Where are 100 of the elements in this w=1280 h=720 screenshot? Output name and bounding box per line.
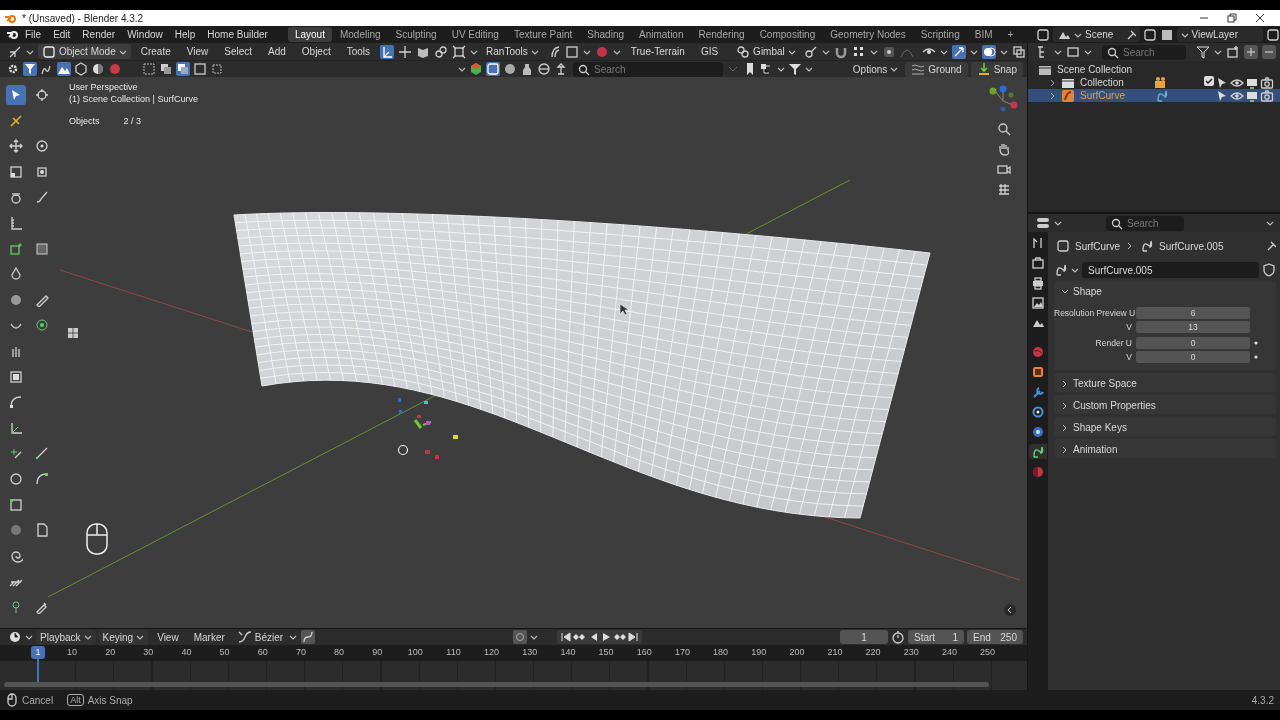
- workspace-tab[interactable]: Geometry Nodes: [823, 27, 913, 42]
- workspace-tab[interactable]: Compositing: [752, 27, 823, 42]
- frame-number: 160: [636, 647, 652, 657]
- number-field[interactable]: 13: [1136, 320, 1250, 333]
- panel-title: Animation: [1073, 444, 1118, 455]
- stat-value: 2 / 3: [123, 116, 142, 126]
- workspace-tab[interactable]: Texture Paint: [506, 27, 580, 42]
- search-field[interactable]: Search: [1106, 215, 1184, 231]
- workspace-tab[interactable]: Shading: [580, 27, 631, 42]
- menu-item[interactable]: Select: [218, 46, 258, 57]
- interpolation-dropdown[interactable]: Bézier: [233, 629, 298, 645]
- snap-button[interactable]: Snap: [970, 61, 1023, 77]
- menu-item[interactable]: Help: [168, 29, 202, 40]
- frame-number: 60: [257, 647, 268, 657]
- current-frame-field[interactable]: 1: [840, 630, 888, 644]
- start-frame-field[interactable]: Start 1: [908, 630, 964, 644]
- field-label: V: [1125, 351, 1133, 362]
- menu-item[interactable]: Window: [121, 29, 169, 40]
- menu-item[interactable]: Object: [295, 46, 337, 57]
- frame-number: 80: [334, 647, 345, 657]
- frame-number: 240: [941, 647, 957, 657]
- frame-number: 230: [903, 647, 919, 657]
- panel-header[interactable]: Shape: [1054, 283, 1276, 300]
- menu-item[interactable]: File: [19, 29, 48, 40]
- frame-number: 90: [372, 647, 383, 657]
- outliner-row[interactable]: Collection: [1028, 76, 1280, 89]
- menu-item[interactable]: Edit: [47, 29, 77, 40]
- frame-number: 200: [789, 647, 805, 657]
- frame-number: 120: [484, 647, 500, 657]
- panel-header[interactable]: Animation: [1054, 441, 1276, 458]
- collection-label: (1) Scene Collection | SurfCurve: [69, 94, 198, 104]
- panel-header[interactable]: Custom Properties: [1054, 397, 1276, 414]
- hint-label: Axis Snap: [87, 694, 133, 706]
- scene-selector[interactable]: Scene: [1053, 27, 1140, 42]
- outliner-label: SurfCurve: [1080, 90, 1125, 101]
- ground-button[interactable]: Ground: [905, 61, 968, 77]
- add-workspace-button[interactable]: +: [1000, 27, 1021, 42]
- frame-number: 210: [827, 647, 843, 657]
- frame-number: 70: [295, 647, 306, 657]
- frame-number: 220: [865, 647, 881, 657]
- end-frame-field[interactable]: End 250: [967, 630, 1023, 644]
- breadcrumb-item[interactable]: SurfCurve: [1075, 240, 1120, 252]
- workspace-tab[interactable]: Modeling: [332, 27, 388, 42]
- workspace-tab[interactable]: BIM: [967, 27, 1000, 42]
- search-field[interactable]: Search: [573, 61, 723, 77]
- addon-menu[interactable]: True-Terrain: [624, 46, 691, 57]
- field-label: Render U: [1094, 337, 1133, 348]
- menu-item[interactable]: Add: [262, 46, 292, 57]
- menu-dropdown[interactable]: Keying: [98, 629, 149, 645]
- view-layer-selector[interactable]: ViewLayer: [1176, 27, 1263, 42]
- mode-dropdown[interactable]: Object Mode: [38, 44, 131, 59]
- menu-item[interactable]: Tools: [340, 46, 377, 57]
- menu-item[interactable]: Create: [134, 46, 177, 57]
- frame-number: 10: [67, 647, 77, 657]
- workspace-tab[interactable]: Animation: [632, 27, 691, 42]
- outliner-row[interactable]: SurfCurve: [1028, 89, 1280, 102]
- menu-item[interactable]: Marker: [187, 631, 231, 643]
- panel-header[interactable]: Texture Space: [1054, 375, 1276, 392]
- frame-number: 30: [143, 647, 154, 657]
- playhead-frame[interactable]: 1: [31, 646, 45, 659]
- addon-menu[interactable]: GIS: [694, 46, 725, 57]
- menu-item[interactable]: View: [151, 631, 185, 643]
- frame-number: 100: [407, 647, 423, 657]
- frame-number: 170: [674, 647, 690, 657]
- addon-menu[interactable]: RanTools: [482, 44, 543, 59]
- workspace-tab[interactable]: Layout: [287, 27, 332, 42]
- frame-number: 50: [219, 647, 230, 657]
- frame-number: 140: [560, 647, 576, 657]
- options-dropdown[interactable]: Options: [848, 61, 903, 77]
- number-field[interactable]: 0: [1136, 336, 1250, 349]
- workspace-tab[interactable]: UV Editing: [444, 27, 506, 42]
- panel-header[interactable]: Shape Keys: [1054, 419, 1276, 436]
- search-field[interactable]: Search: [1102, 44, 1186, 60]
- panel-title: Shape Keys: [1073, 422, 1127, 433]
- datablock-field[interactable]: SurfCurve.005: [1082, 262, 1259, 278]
- frame-number: 40: [181, 647, 192, 657]
- number-field[interactable]: 0: [1136, 350, 1250, 363]
- version-label: 4.3.2: [1251, 694, 1274, 706]
- breadcrumb-item[interactable]: SurfCurve.005: [1159, 240, 1224, 252]
- outliner-row[interactable]: Scene Collection: [1028, 63, 1280, 76]
- workspace-tab[interactable]: Rendering: [691, 27, 752, 42]
- frame-number: 130: [522, 647, 538, 657]
- panel-title: Texture Space: [1073, 378, 1137, 389]
- field-label: V: [1125, 321, 1133, 332]
- key-cap: Alt: [67, 694, 84, 706]
- menu-dropdown[interactable]: Playback: [36, 629, 96, 645]
- menu-item[interactable]: View: [180, 46, 215, 57]
- hint-label: Cancel: [22, 694, 54, 706]
- number-field[interactable]: 6: [1136, 306, 1250, 319]
- outliner-label: Scene Collection: [1057, 64, 1133, 75]
- field-label: Resolution Preview U: [1054, 307, 1136, 318]
- frame-number: 190: [751, 647, 767, 657]
- panel-title: Shape: [1073, 286, 1102, 297]
- frame-number: 180: [713, 647, 728, 657]
- workspace-tab[interactable]: Scripting: [913, 27, 967, 42]
- frame-number: 150: [598, 647, 614, 657]
- orientation-dropdown[interactable]: Gimbal: [732, 44, 800, 59]
- menu-item[interactable]: Home Builder: [201, 29, 274, 40]
- menu-item[interactable]: Render: [76, 29, 122, 40]
- workspace-tab[interactable]: Sculpting: [388, 27, 444, 42]
